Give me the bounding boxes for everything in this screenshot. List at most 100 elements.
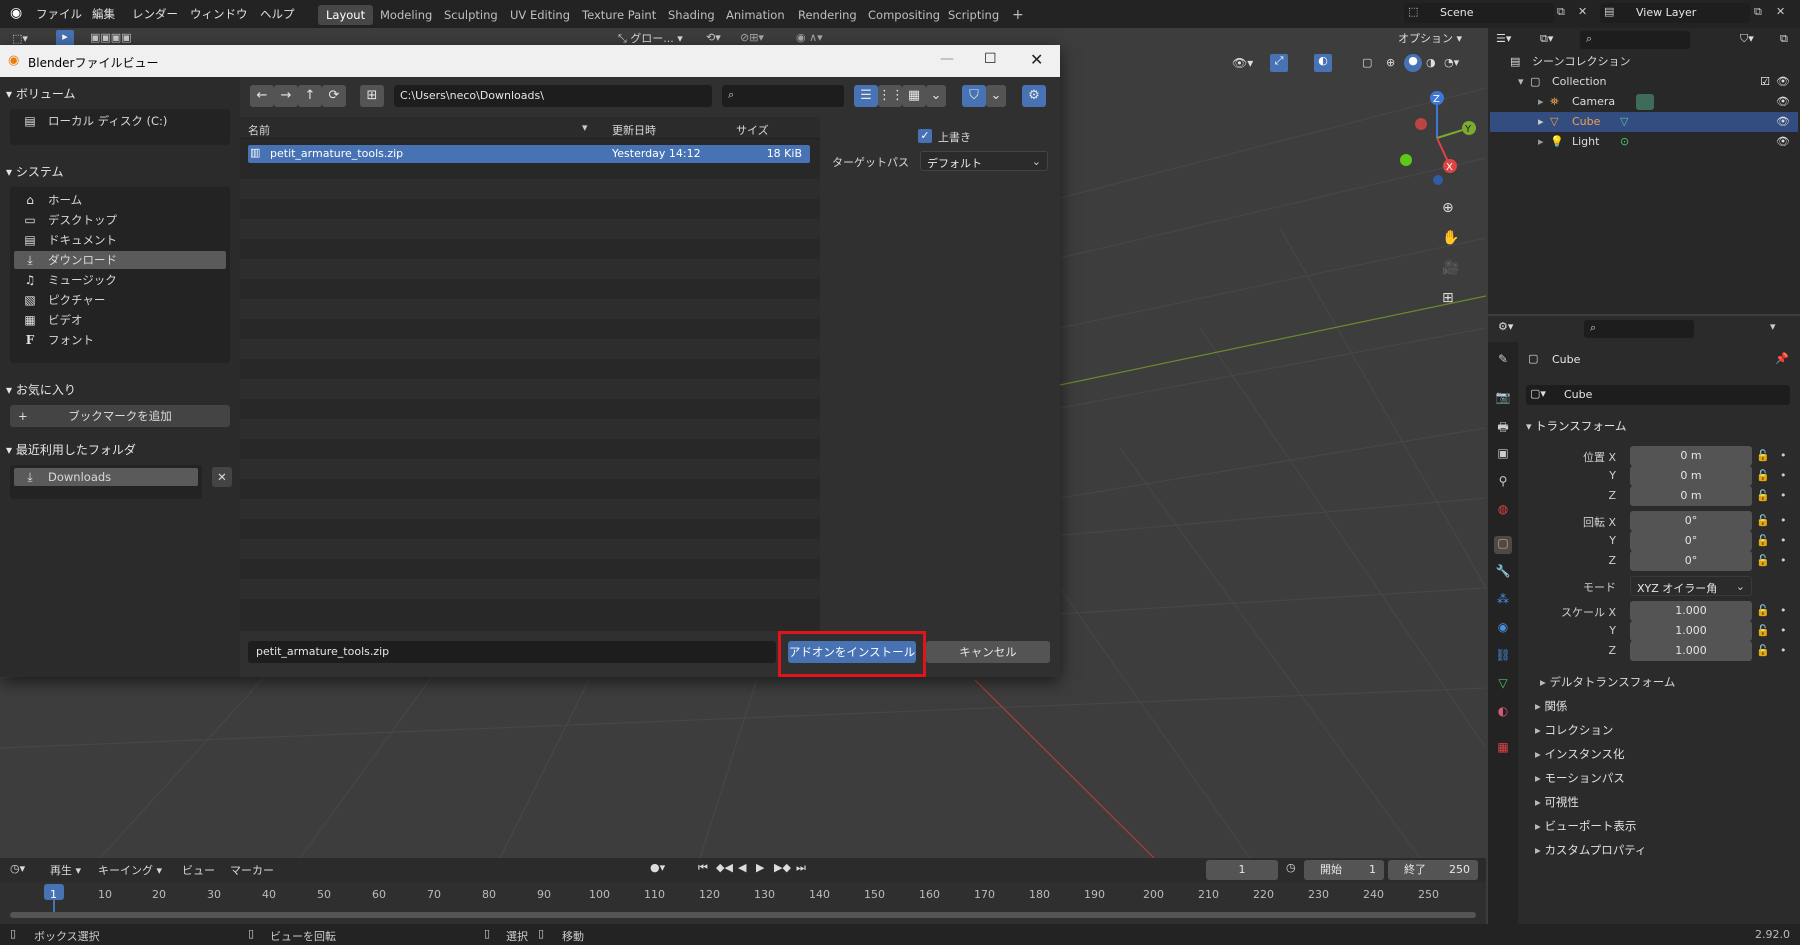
clear-recent-button[interactable]: ✕	[212, 467, 232, 487]
world-tab-icon[interactable]: ◍	[1494, 502, 1512, 520]
maximize-icon[interactable]: ☐	[984, 51, 997, 67]
start-frame-field[interactable]: 開始 1	[1304, 860, 1384, 880]
prev-keyframe-icon[interactable]: ◆◀	[716, 861, 733, 874]
outliner-display-mode-icon[interactable]: ⧉▾	[1540, 32, 1553, 46]
dialog-titlebar[interactable]: ◉ Blenderファイルビュー — ☐ ✕	[0, 45, 1060, 77]
clock-icon[interactable]: ◷	[1286, 861, 1296, 874]
system-header[interactable]: ▾ システム	[6, 163, 63, 180]
shading-rendered-icon[interactable]: ◔▾	[1444, 56, 1459, 69]
overwrite-checkbox[interactable]: ✓	[918, 129, 932, 143]
volume-local-disk[interactable]: ▤ ローカル ディスク (C:)	[14, 112, 226, 130]
properties-editor-type-icon[interactable]: ⚙▾	[1498, 320, 1513, 333]
new-folder-button[interactable]: ⊞	[360, 85, 384, 107]
blender-logo-icon[interactable]: ◉	[10, 5, 26, 21]
refresh-button[interactable]: ⟳	[322, 85, 346, 107]
tab-modeling[interactable]: Modeling	[372, 5, 440, 25]
playback-menu[interactable]: 再生 ▾	[50, 862, 81, 878]
tab-texture-paint[interactable]: Texture Paint	[574, 5, 664, 25]
eye-icon[interactable]: 👁	[1776, 132, 1790, 152]
section-visibility[interactable]: ▸ 可視性	[1535, 794, 1579, 810]
display-list-horizontal-button[interactable]: ⋮⋮	[878, 85, 904, 107]
navigation-gizmo[interactable]: Z Y X	[1392, 88, 1482, 188]
add-bookmark-button[interactable]: + ブックマークを追加	[10, 405, 230, 427]
sidebar-item-documents[interactable]: ▤ ドキュメント	[14, 231, 226, 249]
keyframe-dot-icon[interactable]: •	[1780, 604, 1787, 617]
tab-uv-editing[interactable]: UV Editing	[502, 5, 578, 25]
sidebar-item-videos[interactable]: ▦ ビデオ	[14, 311, 226, 329]
tab-compositing[interactable]: Compositing	[860, 5, 948, 25]
proportional-edit-icon[interactable]: ◉ ∧▾	[796, 31, 823, 44]
outliner-editor-type-icon[interactable]: ☰▾	[1496, 32, 1511, 45]
cancel-button[interactable]: キャンセル	[926, 641, 1050, 663]
properties-options-icon[interactable]: ▾	[1770, 320, 1776, 333]
timeline-scrollbar[interactable]	[10, 912, 1476, 918]
eye-icon[interactable]: 👁	[1776, 112, 1790, 132]
view-layer-remove-icon[interactable]: ✕	[1776, 5, 1785, 18]
output-tab-icon[interactable]: 🖶	[1494, 418, 1512, 436]
path-field[interactable]: C:\Users\neco\Downloads\	[394, 85, 712, 107]
tool-tab-icon[interactable]: ✎	[1494, 352, 1512, 370]
material-tab-icon[interactable]: ◐	[1494, 704, 1512, 722]
jump-end-icon[interactable]: ⏭	[796, 861, 806, 875]
outliner-new-collection-icon[interactable]: ⧉	[1780, 32, 1788, 46]
outliner-item-camera[interactable]: ▸ ⛯ Camera 👁	[1490, 92, 1798, 112]
filename-field[interactable]: petit_armature_tools.zip	[248, 641, 776, 663]
sidebar-item-home[interactable]: ⌂ ホーム	[14, 191, 226, 209]
pivot-icon[interactable]: ⟲▾	[706, 31, 721, 44]
view-menu[interactable]: ビュー	[182, 862, 215, 878]
section-relations[interactable]: ▸ 関係	[1535, 698, 1567, 714]
column-name[interactable]: 名前	[248, 122, 270, 138]
current-frame-field[interactable]: 1	[1206, 860, 1278, 880]
recent-item-downloads[interactable]: ⤓ Downloads	[14, 468, 198, 486]
lock-icon[interactable]: 🔓	[1756, 644, 1770, 657]
shading-wireframe-icon[interactable]: ⊕	[1386, 56, 1395, 69]
filter-options-dropdown[interactable]: ⌄	[986, 85, 1006, 107]
timeline-editor-type-icon[interactable]: ◷▾	[10, 862, 25, 875]
keyframe-dot-icon[interactable]: •	[1780, 534, 1787, 547]
menu-edit[interactable]: 編集	[92, 6, 115, 22]
recent-header[interactable]: ▾ 最近利用したフォルダ	[6, 441, 136, 458]
next-keyframe-icon[interactable]: ▶◆	[774, 861, 791, 874]
pin-icon[interactable]: 📌	[1775, 352, 1789, 365]
column-size[interactable]: サイズ	[736, 122, 769, 138]
visibility-toggle-icon[interactable]: 👁▾	[1232, 56, 1253, 70]
texture-tab-icon[interactable]: ▦	[1494, 740, 1512, 758]
shading-material-icon[interactable]: ◑	[1426, 56, 1436, 69]
eye-icon[interactable]: 👁	[1776, 92, 1790, 112]
object-name-field[interactable]: ▢▾ Cube	[1526, 385, 1790, 405]
target-path-dropdown[interactable]: デフォルト ⌄	[920, 151, 1048, 171]
lock-icon[interactable]: 🔓	[1756, 624, 1770, 637]
file-row[interactable]: ▥ petit_armature_tools.zip Yesterday 14:…	[248, 145, 810, 163]
rotation-z-field[interactable]: 0°	[1630, 551, 1752, 571]
object-tab-icon[interactable]: ▢	[1494, 536, 1512, 554]
minimize-icon[interactable]: —	[940, 51, 954, 67]
settings-button[interactable]: ⚙	[1022, 85, 1046, 107]
lock-icon[interactable]: 🔓	[1756, 554, 1770, 567]
section-collections[interactable]: ▸ コレクション	[1535, 722, 1613, 738]
menu-file[interactable]: ファイル	[36, 6, 82, 22]
favorites-header[interactable]: ▾ お気に入り	[6, 381, 76, 398]
keyframe-dot-icon[interactable]: •	[1780, 624, 1787, 637]
menu-help[interactable]: ヘルプ	[260, 6, 295, 22]
rotation-mode-dropdown[interactable]: XYZ オイラー角 ⌄	[1630, 576, 1752, 596]
outliner-search-input[interactable]: ⌕	[1580, 31, 1690, 49]
display-list-vertical-button[interactable]: ☰	[854, 85, 878, 107]
mode-selector-icon[interactable]: ⬚▾	[12, 32, 28, 45]
add-workspace-icon[interactable]: +	[1004, 5, 1032, 25]
collection-checkbox[interactable]: ☑	[1760, 72, 1770, 92]
sidebar-item-downloads[interactable]: ⤓ ダウンロード	[14, 251, 226, 269]
back-button[interactable]: ←	[250, 85, 274, 107]
pan-hand-icon[interactable]: ✋	[1442, 230, 1459, 246]
file-search-input[interactable]: ⌕	[722, 85, 844, 107]
lock-icon[interactable]: 🔓	[1756, 534, 1770, 547]
keyframe-dot-icon[interactable]: •	[1780, 644, 1787, 657]
keyframe-dot-icon[interactable]: •	[1780, 554, 1787, 567]
tab-sculpting[interactable]: Sculpting	[436, 5, 506, 25]
outliner-scene-collection[interactable]: ▤ シーンコレクション	[1490, 52, 1798, 72]
tab-animation[interactable]: Animation	[718, 5, 793, 25]
properties-search-input[interactable]: ⌕	[1584, 320, 1694, 338]
section-custom-properties[interactable]: ▸ カスタムプロパティ	[1535, 842, 1647, 858]
select-box-mode-icon[interactable]: ▣▣▣▣	[90, 31, 132, 44]
play-reverse-icon[interactable]: ◀	[738, 861, 746, 874]
scene-remove-icon[interactable]: ✕	[1578, 5, 1587, 18]
